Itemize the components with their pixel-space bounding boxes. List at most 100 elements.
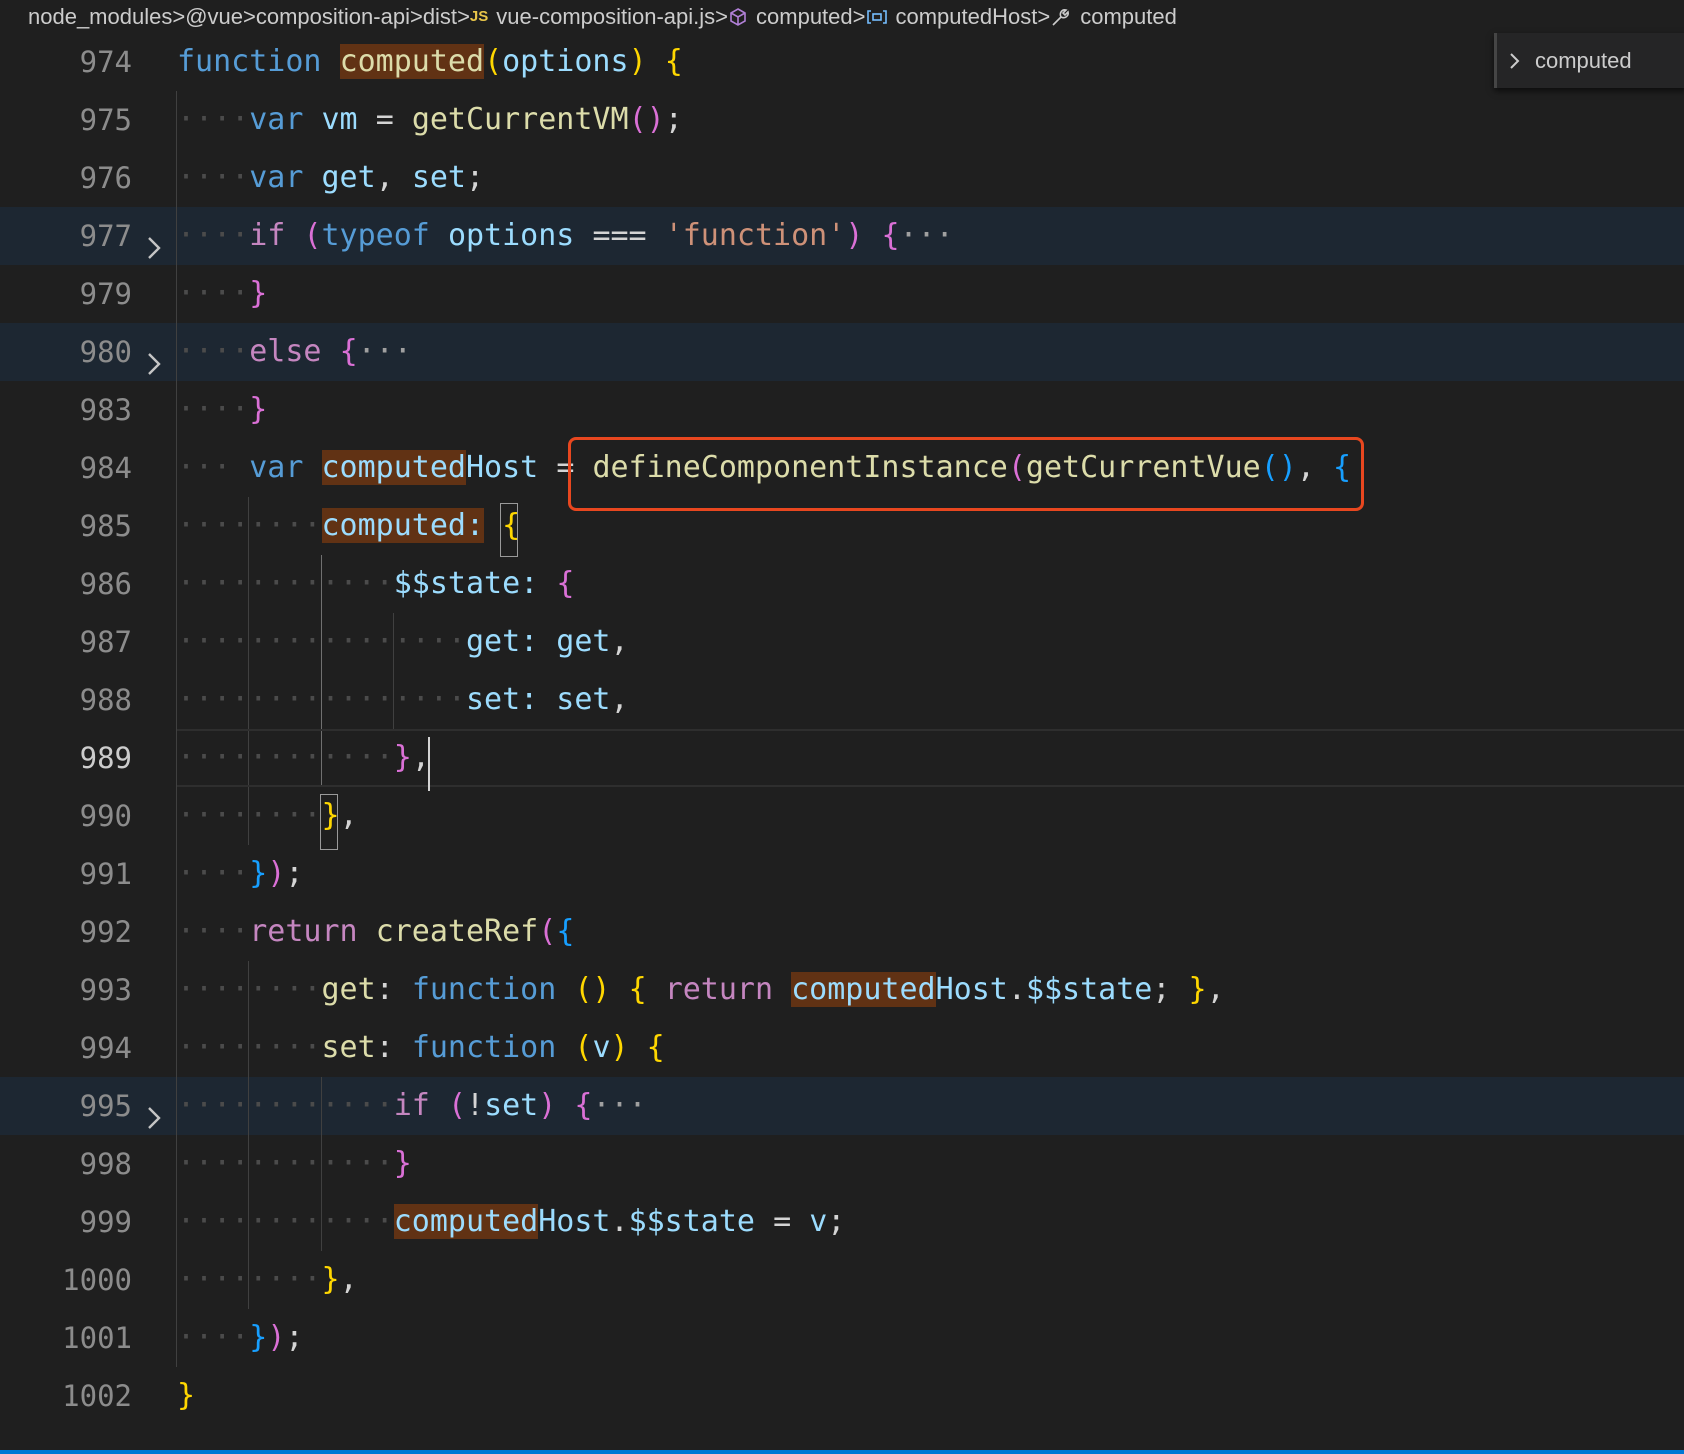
text-cursor <box>428 737 430 791</box>
indent-guide <box>248 961 249 1309</box>
line-number: 989 <box>79 741 132 775</box>
line-number: 986 <box>79 567 132 601</box>
line-number: 1001 <box>62 1321 132 1355</box>
line-number: 977 <box>79 219 132 253</box>
line-number: 991 <box>79 857 132 891</box>
breadcrumb-label: node_modules <box>28 3 173 29</box>
breadcrumb-item[interactable]: @vue <box>185 4 243 30</box>
line-number: 979 <box>79 277 132 311</box>
code-line[interactable]: 994 ········set: function (v) { <box>0 1019 1684 1077</box>
code-text: ············} <box>177 1146 412 1181</box>
line-number: 976 <box>79 161 132 195</box>
bracket-match-open <box>500 503 518 557</box>
breadcrumb-item[interactable]: composition-api <box>256 4 410 30</box>
breadcrumb-separator: > <box>852 3 866 29</box>
line-number: 1002 <box>62 1379 132 1413</box>
code-line[interactable]: 974 function computed(options) { <box>0 33 1684 91</box>
sticky-scroll-label: computed <box>1535 47 1632 73</box>
breadcrumb-label: computed <box>756 3 853 29</box>
breadcrumb-item[interactable]: node_modules <box>28 4 172 30</box>
code-line[interactable]: 983 ····} <box>0 381 1684 439</box>
code-text: ····var vm = getCurrentVM(); <box>177 102 683 137</box>
current-line-highlight <box>177 729 1684 731</box>
breadcrumb-item[interactable]: JS vue-composition-api.js <box>470 4 715 30</box>
line-number: 988 <box>79 683 132 717</box>
code-text: ····} <box>177 276 268 311</box>
indent-guide <box>393 613 394 729</box>
code-line[interactable]: 1002} <box>0 1367 1684 1425</box>
code-line[interactable]: 976 ····var get, set; <box>0 149 1684 207</box>
code-line[interactable]: 988 ················set: set, <box>0 671 1684 729</box>
code-text: ········set: function (v) { <box>177 1030 665 1065</box>
code-text: ················set: set, <box>177 682 629 717</box>
breadcrumb-item[interactable]: computed <box>728 4 853 30</box>
code-line[interactable]: 1001 ····}); <box>0 1309 1684 1367</box>
breadcrumb-separator: > <box>457 3 470 29</box>
bracket-match-close <box>320 794 338 850</box>
breadcrumb-label: vue-composition-api.js <box>496 3 716 29</box>
code-line[interactable]: 990 ········}, <box>0 787 1684 845</box>
code-line[interactable]: 979 ····} <box>0 265 1684 323</box>
breadcrumb-item[interactable]: computed <box>1050 4 1177 30</box>
js-file-icon: JS <box>469 8 489 25</box>
variable-icon <box>866 8 888 26</box>
code-line[interactable]: 987 ················get: get, <box>0 613 1684 671</box>
line-number: 990 <box>79 799 132 833</box>
line-number: 985 <box>79 509 132 543</box>
line-number: 980 <box>79 335 132 369</box>
code-text: } <box>177 1378 196 1413</box>
code-line[interactable]: 992 ····return createRef({ <box>0 903 1684 961</box>
line-number: 974 <box>79 45 132 79</box>
code-line[interactable]: 977 ····if (typeof options === 'function'… <box>0 207 1684 265</box>
status-bar-edge <box>0 1450 1684 1454</box>
code-text: ············computedHost.$$state = v; <box>177 1204 846 1239</box>
line-number: 1000 <box>62 1263 132 1297</box>
code-line[interactable]: 986 ············$$state: { <box>0 555 1684 613</box>
code-line[interactable]: 999 ············computedHost.$$state = v; <box>0 1193 1684 1251</box>
code-text: ············}, <box>177 740 430 775</box>
line-number: 992 <box>79 915 132 949</box>
code-line[interactable]: 1000 ········}, <box>0 1251 1684 1309</box>
fold-chevron-icon[interactable] <box>145 223 169 259</box>
breadcrumb-item[interactable]: computedHost <box>866 3 1038 30</box>
breadcrumb: node_modules > @vue > composition-api > dist > J… <box>0 0 1684 33</box>
breadcrumb-label: computed <box>1080 3 1177 29</box>
indent-guide <box>321 555 322 787</box>
code-line[interactable]: 998 ············} <box>0 1135 1684 1193</box>
sticky-scroll-widget[interactable]: computed <box>1494 33 1684 88</box>
code-text: ····return createRef({ <box>177 914 575 949</box>
line-number: 993 <box>79 973 132 1007</box>
code-text: ····if (typeof options === 'function') {… <box>177 218 954 253</box>
code-text: function computed(options) { <box>177 44 683 79</box>
chevron-right-icon[interactable] <box>1509 52 1521 70</box>
breadcrumb-label: dist <box>422 3 458 29</box>
line-number: 994 <box>79 1031 132 1065</box>
breadcrumb-item[interactable]: dist <box>423 4 457 30</box>
line-number: 975 <box>79 103 132 137</box>
cube-icon <box>728 7 748 27</box>
code-line[interactable]: 991 ····}); <box>0 845 1684 903</box>
breadcrumb-separator: > <box>243 3 256 29</box>
code-line[interactable]: 989 ············}, <box>0 729 1684 787</box>
indent-guide <box>248 497 249 845</box>
fold-chevron-icon[interactable] <box>145 339 169 375</box>
code-text: ····var get, set; <box>177 160 485 195</box>
code-line[interactable]: 980 ····else {··· <box>0 323 1684 381</box>
breadcrumb-separator: > <box>409 3 423 29</box>
code-line[interactable]: 995 ············if (!set) {··· <box>0 1077 1684 1135</box>
code-line[interactable]: 993 ········get: function () { return com… <box>0 961 1684 1019</box>
code-text: ········computed: { <box>177 508 521 543</box>
breadcrumb-separator: > <box>1037 3 1051 29</box>
breadcrumb-separator: > <box>715 3 729 29</box>
line-number: 987 <box>79 625 132 659</box>
code-editor[interactable]: 974 function computed(options) { 975 ····va… <box>0 33 1684 1450</box>
line-number: 984 <box>79 451 132 485</box>
code-text: ········}, <box>177 1262 358 1297</box>
line-number: 999 <box>79 1205 132 1239</box>
breadcrumb-label: computedHost <box>895 3 1038 29</box>
code-text: ····}); <box>177 856 304 891</box>
line-number: 995 <box>79 1089 132 1123</box>
fold-chevron-icon[interactable] <box>145 1093 169 1129</box>
line-number: 998 <box>79 1147 132 1181</box>
code-line[interactable]: 975 ····var vm = getCurrentVM(); <box>0 91 1684 149</box>
